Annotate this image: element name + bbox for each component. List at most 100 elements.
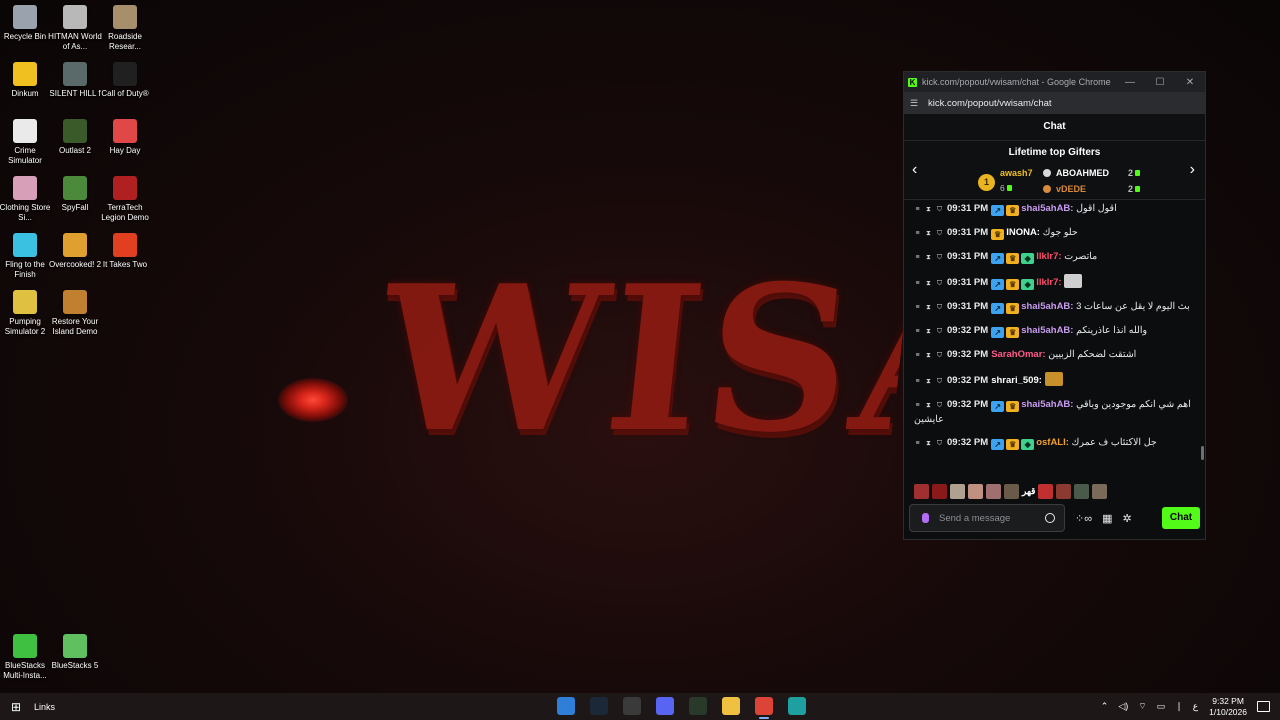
mic-icon[interactable] bbox=[922, 513, 929, 523]
network-icon[interactable]: ⌔ bbox=[1138, 701, 1146, 712]
emote-icon[interactable] bbox=[1038, 483, 1054, 499]
shield-icon[interactable]: ⛉ bbox=[936, 251, 943, 265]
desktop-icon[interactable]: Roadside Resear... bbox=[100, 5, 150, 52]
desktop-icon[interactable]: Overcooked! 2 bbox=[49, 233, 101, 270]
emote-icon[interactable] bbox=[932, 483, 947, 499]
chat-message[interactable]: ≡ ⧗ ⛉ 09:31 PM ♛ INONA: حلو جوك bbox=[914, 226, 1197, 241]
emote-icon[interactable] bbox=[1004, 483, 1019, 499]
shield-icon[interactable]: ⛉ bbox=[936, 349, 943, 363]
emote-strip[interactable]: قهر bbox=[904, 480, 1205, 502]
outlook-icon[interactable] bbox=[557, 697, 575, 715]
shield-icon[interactable]: ⛉ bbox=[936, 277, 943, 291]
maximize-button[interactable]: ☐ bbox=[1145, 77, 1175, 88]
emoji-icon[interactable] bbox=[1045, 513, 1055, 523]
desktop-icon[interactable]: SpyFall bbox=[50, 176, 100, 213]
desktop-icon[interactable]: Call of Duty® bbox=[100, 62, 150, 99]
message-username[interactable]: llklr7: bbox=[1036, 277, 1061, 288]
store-icon[interactable]: ▦ bbox=[1102, 512, 1112, 525]
chat-scrollbar[interactable] bbox=[1201, 446, 1204, 460]
shield-icon[interactable]: ⛉ bbox=[936, 437, 943, 451]
message-username[interactable]: shrari_509: bbox=[991, 375, 1042, 386]
notifications-icon[interactable] bbox=[1257, 701, 1270, 712]
battery-icon[interactable]: ▭ bbox=[1157, 701, 1166, 712]
emote-icon[interactable] bbox=[1056, 483, 1072, 499]
chat-input[interactable]: Send a message bbox=[909, 504, 1065, 532]
settings-icon[interactable]: ✲ bbox=[1122, 512, 1131, 525]
site-settings-icon[interactable]: ☰ bbox=[910, 98, 922, 109]
users-icon[interactable]: ⁘∞ bbox=[1075, 512, 1092, 525]
chat-message[interactable]: ≡ ⧗ ⛉ 09:32 PM SarahOmar: اشتقت لضحكم الزبيي… bbox=[914, 348, 1197, 363]
desktop-icon[interactable]: Restore Your Island Demo bbox=[50, 290, 100, 337]
emote-icon[interactable] bbox=[1074, 483, 1090, 499]
pin-icon[interactable]: ≡ bbox=[914, 399, 921, 413]
desktop-icon[interactable]: Dinkum bbox=[0, 62, 50, 99]
window-titlebar[interactable]: K kick.com/popout/vwisam/chat - Google C… bbox=[904, 72, 1205, 92]
emote-icon[interactable] bbox=[914, 483, 929, 499]
emote-icon[interactable] bbox=[1092, 483, 1108, 499]
message-username[interactable]: SarahOmar: bbox=[991, 349, 1045, 360]
minimize-button[interactable]: — bbox=[1115, 77, 1145, 88]
message-username[interactable]: shai5ahAB: bbox=[1021, 399, 1073, 410]
emote-icon[interactable] bbox=[986, 483, 1001, 499]
desktop-icon[interactable]: Outlast 2 bbox=[50, 119, 100, 156]
emote-icon[interactable] bbox=[950, 483, 965, 499]
desktop-icon[interactable]: HITMAN World of As... bbox=[48, 5, 102, 52]
send-chat-button[interactable]: Chat bbox=[1162, 507, 1200, 529]
message-username[interactable]: osfALI: bbox=[1036, 437, 1069, 448]
chat-message[interactable]: ≡ ⧗ ⛉ 09:31 PM ↗ ♛ shai5ahAB: 3 بث اليوم لا يق… bbox=[914, 300, 1197, 315]
shield-icon[interactable]: ⛉ bbox=[936, 301, 943, 315]
chat-message[interactable]: ≡ ⧗ ⛉ 09:31 PM ↗ ♛ shai5ahAB: اقول اقول bbox=[914, 202, 1197, 217]
desktop-icon[interactable]: TerraTech Legion Demo bbox=[100, 176, 150, 223]
language-indicator[interactable]: ع bbox=[1193, 701, 1198, 712]
pin-icon[interactable]: ≡ bbox=[914, 251, 921, 265]
shield-icon[interactable]: ⛉ bbox=[936, 325, 943, 339]
pin-icon[interactable]: ≡ bbox=[914, 325, 921, 339]
desktop-icon[interactable]: Fling to the Finish bbox=[0, 233, 50, 280]
windows-start-icon[interactable]: ⊞ bbox=[0, 700, 32, 714]
gifter-rank-2[interactable]: ABOAHMED 2 bbox=[1043, 168, 1141, 178]
message-username[interactable]: shai5ahAB: bbox=[1021, 325, 1073, 336]
volume-icon[interactable]: ◁) bbox=[1118, 701, 1128, 712]
emote-icon[interactable] bbox=[968, 483, 983, 499]
desktop-icon[interactable]: Crime Simulator bbox=[0, 119, 50, 166]
message-username[interactable]: INONA: bbox=[1006, 227, 1040, 238]
pin-icon[interactable]: ≡ bbox=[914, 227, 921, 241]
shield-icon[interactable]: ⛉ bbox=[936, 227, 943, 241]
desktop-icon[interactable]: Recycle Bin bbox=[0, 5, 50, 42]
timeout-icon[interactable]: ⧗ bbox=[925, 375, 932, 389]
gifter-rank-3[interactable]: vDEDE 2 bbox=[1043, 184, 1141, 194]
chevron-left-icon[interactable]: ‹ bbox=[912, 161, 917, 179]
shield-icon[interactable]: ⛉ bbox=[936, 375, 943, 389]
desktop-icon[interactable]: Pumping Simulator 2 bbox=[0, 290, 50, 337]
chat-message[interactable]: ≡ ⧗ ⛉ 09:32 PM shrari_509: bbox=[914, 372, 1197, 389]
timeout-icon[interactable]: ⧗ bbox=[925, 227, 932, 241]
timeout-icon[interactable]: ⧗ bbox=[925, 349, 932, 363]
links-toolbar[interactable]: Links bbox=[34, 702, 55, 712]
xbox-icon[interactable] bbox=[689, 697, 707, 715]
pin-icon[interactable]: ≡ bbox=[914, 203, 921, 217]
steam-icon[interactable] bbox=[590, 697, 608, 715]
address-bar[interactable]: ☰ kick.com/popout/vwisam/chat bbox=[904, 92, 1205, 114]
close-button[interactable]: ✕ bbox=[1175, 77, 1205, 88]
top-gifter[interactable]: 1 awash7 6 bbox=[978, 168, 1033, 196]
pin-icon[interactable]: ≡ bbox=[914, 277, 921, 291]
desktop-icon[interactable]: BlueStacks Multi-Insta... bbox=[0, 634, 50, 681]
chat-message[interactable]: ≡ ⧗ ⛉ 09:32 PM ↗ ♛ ◆ osfALI: جل الاكتئاب ف عمرك bbox=[914, 436, 1197, 451]
chat-message[interactable]: ≡ ⧗ ⛉ 09:31 PM ↗ ♛ ◆ llklr7: bbox=[914, 274, 1197, 291]
chat-messages[interactable]: ≡ ⧗ ⛉ 09:31 PM ↗ ♛ shai5ahAB: اقول اقول ≡ ⧗ ⛉ 09:3… bbox=[904, 200, 1205, 480]
shield-icon[interactable]: ⛉ bbox=[936, 399, 943, 413]
pin-icon[interactable]: ≡ bbox=[914, 375, 921, 389]
pin-icon[interactable]: ≡ bbox=[914, 301, 921, 315]
timeout-icon[interactable]: ⧗ bbox=[925, 325, 932, 339]
chat-message[interactable]: ≡ ⧗ ⛉ 09:32 PM ↗ ♛ shai5ahAB: اهم شي انكم موجو… bbox=[914, 398, 1197, 427]
message-username[interactable]: shai5ahAB: bbox=[1021, 301, 1073, 312]
desktop-icon[interactable]: SILENT HILL f bbox=[49, 62, 101, 99]
pin-icon[interactable]: ≡ bbox=[914, 349, 921, 363]
chat-message[interactable]: ≡ ⧗ ⛉ 09:31 PM ↗ ♛ ◆ llklr7: ماتصرت bbox=[914, 250, 1197, 265]
message-username[interactable]: shai5ahAB: bbox=[1021, 203, 1073, 214]
chat-message[interactable]: ≡ ⧗ ⛉ 09:32 PM ↗ ♛ shai5ahAB: والله انذا عاذري… bbox=[914, 324, 1197, 339]
emote-text[interactable]: قهر bbox=[1022, 486, 1035, 497]
chevron-up-icon[interactable]: ⌃ bbox=[1101, 701, 1109, 712]
desktop-icon[interactable]: It Takes Two bbox=[100, 233, 150, 270]
clock[interactable]: 9:32 PM 1/10/2026 bbox=[1209, 696, 1247, 718]
